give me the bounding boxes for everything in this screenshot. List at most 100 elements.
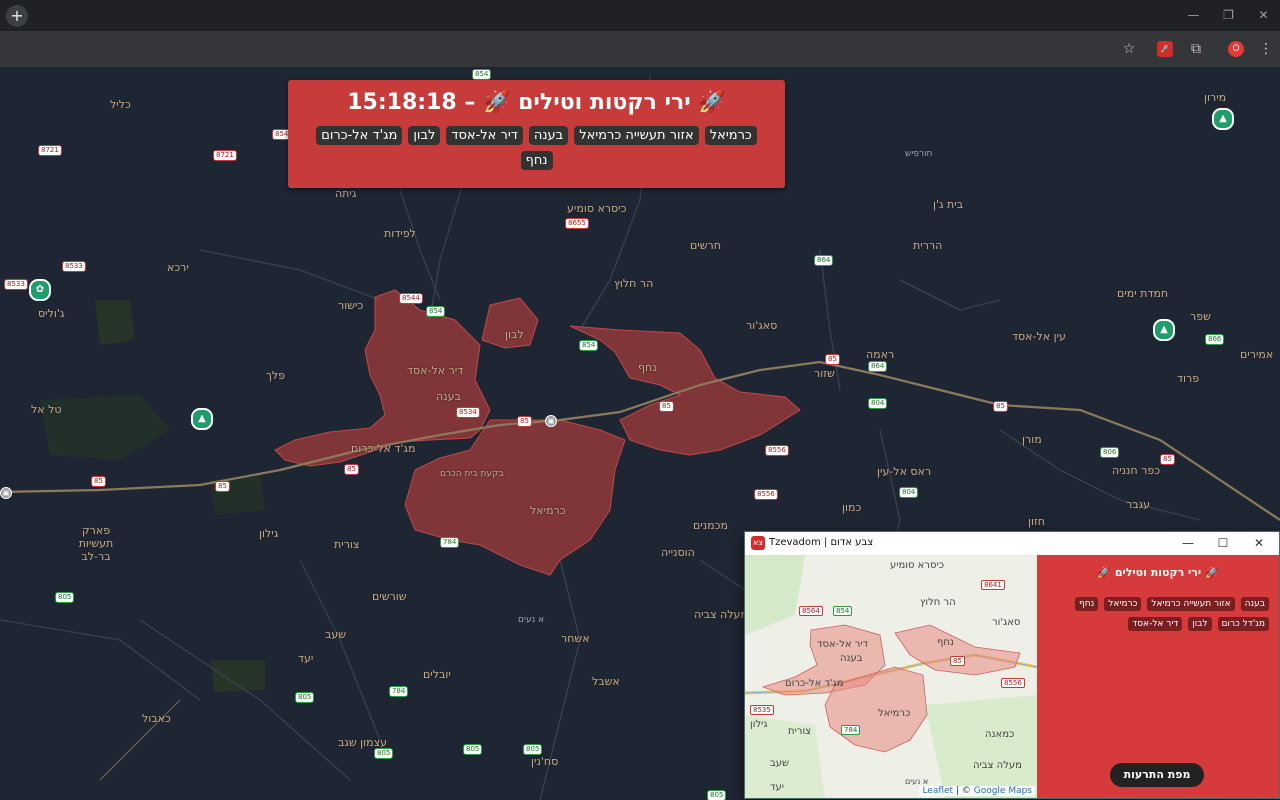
area-chip[interactable]: לבון <box>408 126 441 145</box>
place-label: טל אל <box>31 403 62 416</box>
road-shield: 85 <box>517 416 532 427</box>
place-label: פארק תעשיות בר-לב <box>78 524 114 563</box>
place-label: הררית <box>913 239 943 252</box>
road-shield: 805 <box>523 744 543 755</box>
area-chip[interactable]: מג'ד אל-כרום <box>316 126 403 145</box>
extensions-puzzle-icon[interactable]: ⧉ <box>1185 38 1207 60</box>
popup-minimize-button[interactable]: — <box>1171 532 1205 555</box>
area-chip[interactable]: דיר אל-אסד <box>1128 617 1183 631</box>
place-label: חרשים <box>690 239 721 252</box>
road-shield: 8564 <box>799 606 823 616</box>
area-chip[interactable]: נחף <box>1075 597 1099 611</box>
minimap-label: מעלה צביה <box>973 760 1022 771</box>
road-shield: 8641 <box>981 580 1005 590</box>
road-shield: 854 <box>833 606 853 616</box>
place-label: ירכא <box>167 261 189 274</box>
popup-close-button[interactable]: ✕ <box>1242 532 1276 555</box>
google-maps-link[interactable]: Google Maps <box>974 786 1032 796</box>
road-shield: 866 <box>1205 334 1225 345</box>
place-label: מורן <box>1022 433 1042 446</box>
place-label: ראמה <box>866 348 895 361</box>
road-shield: 85 <box>950 656 965 666</box>
place-label: אשחר <box>561 632 590 645</box>
road-shield: 85 <box>993 401 1008 412</box>
alert-area-list: כרמיאל אזור תעשייה כרמיאל בענה דיר אל-אס… <box>308 126 765 170</box>
place-label: ראס אל-עין <box>877 465 932 478</box>
place-label: הוסנייה <box>661 546 695 559</box>
road-shield: 85 <box>659 401 674 412</box>
road-shield: 8721 <box>213 150 237 161</box>
area-chip[interactable]: כרמיאל <box>704 126 757 145</box>
road-shield: 854 <box>426 306 446 317</box>
popup-titlebar[interactable]: צא Tzevadom | צבע אדום — ☐ ✕ <box>745 532 1279 556</box>
place-label: גיתה <box>335 187 357 200</box>
restore-button[interactable]: ❐ <box>1211 0 1246 31</box>
alerts-map-button[interactable]: מפת התרעות <box>1110 763 1204 787</box>
new-tab-button[interactable]: + <box>6 5 28 27</box>
alert-separator: – <box>464 90 476 115</box>
road-shield: 8535 <box>750 705 774 715</box>
profile-avatar[interactable]: O <box>1228 41 1244 57</box>
minimap-label: כמאנה <box>985 729 1015 740</box>
place-label: כישור <box>338 299 364 312</box>
rocket-icon: 🚀 <box>483 90 511 115</box>
place-label: אמירים <box>1240 348 1274 361</box>
area-chip[interactable]: אזור תעשייה כרמיאל <box>1147 597 1235 611</box>
area-chip[interactable]: מג'דל כרום <box>1217 617 1269 631</box>
road-shield: 805 <box>295 692 315 703</box>
tzevadom-popup-window: צא Tzevadom | צבע אדום — ☐ ✕ כיסרא סומיע… <box>744 531 1280 799</box>
place-label: מעלה צביה <box>694 608 748 621</box>
road-shield: 85 <box>215 481 230 492</box>
popup-alert-heading: 🚀 ירי רקטות וטילים 🚀 <box>1037 566 1279 579</box>
place-label: שפר <box>1190 310 1211 323</box>
rocket-icon: 🚀 <box>698 90 726 115</box>
place-label: כיסרא סומיע <box>567 202 627 215</box>
road-shield: 805 <box>374 748 394 759</box>
browser-menu-icon[interactable]: ⋮ <box>1255 38 1277 60</box>
close-window-button[interactable]: ✕ <box>1246 0 1280 31</box>
alert-heading: 🚀 ירי רקטות וטילים 🚀 – 15:18:18 <box>288 90 785 115</box>
place-label: שעב <box>325 628 347 641</box>
minimize-button[interactable]: — <box>1176 0 1211 31</box>
minimap-label: דיר אל-אסד <box>817 639 869 650</box>
area-chip[interactable]: בענה <box>1240 597 1269 611</box>
leaflet-link[interactable]: Leaflet <box>922 786 953 796</box>
place-label: כרמיאל <box>530 504 566 517</box>
road-shield: 784 <box>389 686 409 697</box>
place-label: מירון <box>1204 91 1227 104</box>
tree-icon[interactable]: ▲ <box>191 408 213 430</box>
area-chip[interactable]: לבון <box>1188 617 1212 631</box>
area-chip[interactable]: בענה <box>528 126 569 145</box>
road-shield: 864 <box>814 255 834 266</box>
terrain-patch <box>210 660 265 692</box>
tree-icon[interactable]: ▲ <box>1212 108 1234 130</box>
minimap-label: שעב <box>770 758 790 769</box>
place-label: סח'נין <box>531 755 559 768</box>
area-chip[interactable]: נחף <box>520 151 553 170</box>
alert-banner: 🚀 ירי רקטות וטילים 🚀 – 15:18:18 כרמיאל א… <box>288 80 785 188</box>
browser-toolbar <box>0 31 1280 93</box>
minimap-label: בענה <box>840 653 863 664</box>
road-shield: 85 <box>344 464 359 475</box>
popup-maximize-button[interactable]: ☐ <box>1206 532 1240 555</box>
road-shield: 805 <box>55 592 75 603</box>
area-chip[interactable]: אזור תעשייה כרמיאל <box>574 126 699 145</box>
minimap-label: גילון <box>750 719 768 730</box>
road-shield: 784 <box>440 537 460 548</box>
road-shield: 8534 <box>456 407 480 418</box>
place-label: מג'ד אל-כרום <box>351 442 416 455</box>
tree-icon[interactable]: ▲ <box>1153 319 1175 341</box>
app-icon: צא <box>751 536 765 550</box>
rocket-icon: 🚀 <box>1204 566 1219 579</box>
road-shield: 8533 <box>62 261 86 272</box>
park-icon[interactable]: ✿ <box>29 279 51 301</box>
minimap-label: הר חלוץ <box>920 597 956 608</box>
bookmark-star-icon[interactable]: ☆ <box>1118 38 1140 60</box>
popup-minimap[interactable]: כיסרא סומיע הר חלוץ סאג'ור דיר אל-אסד בע… <box>745 555 1037 798</box>
road-shield: 806 <box>1100 447 1120 458</box>
place-label: חמדת ימים <box>1117 287 1169 300</box>
area-chip[interactable]: כרמיאל <box>1104 597 1142 611</box>
place-label: כליל <box>110 98 131 111</box>
tzevadom-extension-icon[interactable]: 🚀 <box>1157 41 1173 57</box>
area-chip[interactable]: דיר אל-אסד <box>446 126 523 145</box>
